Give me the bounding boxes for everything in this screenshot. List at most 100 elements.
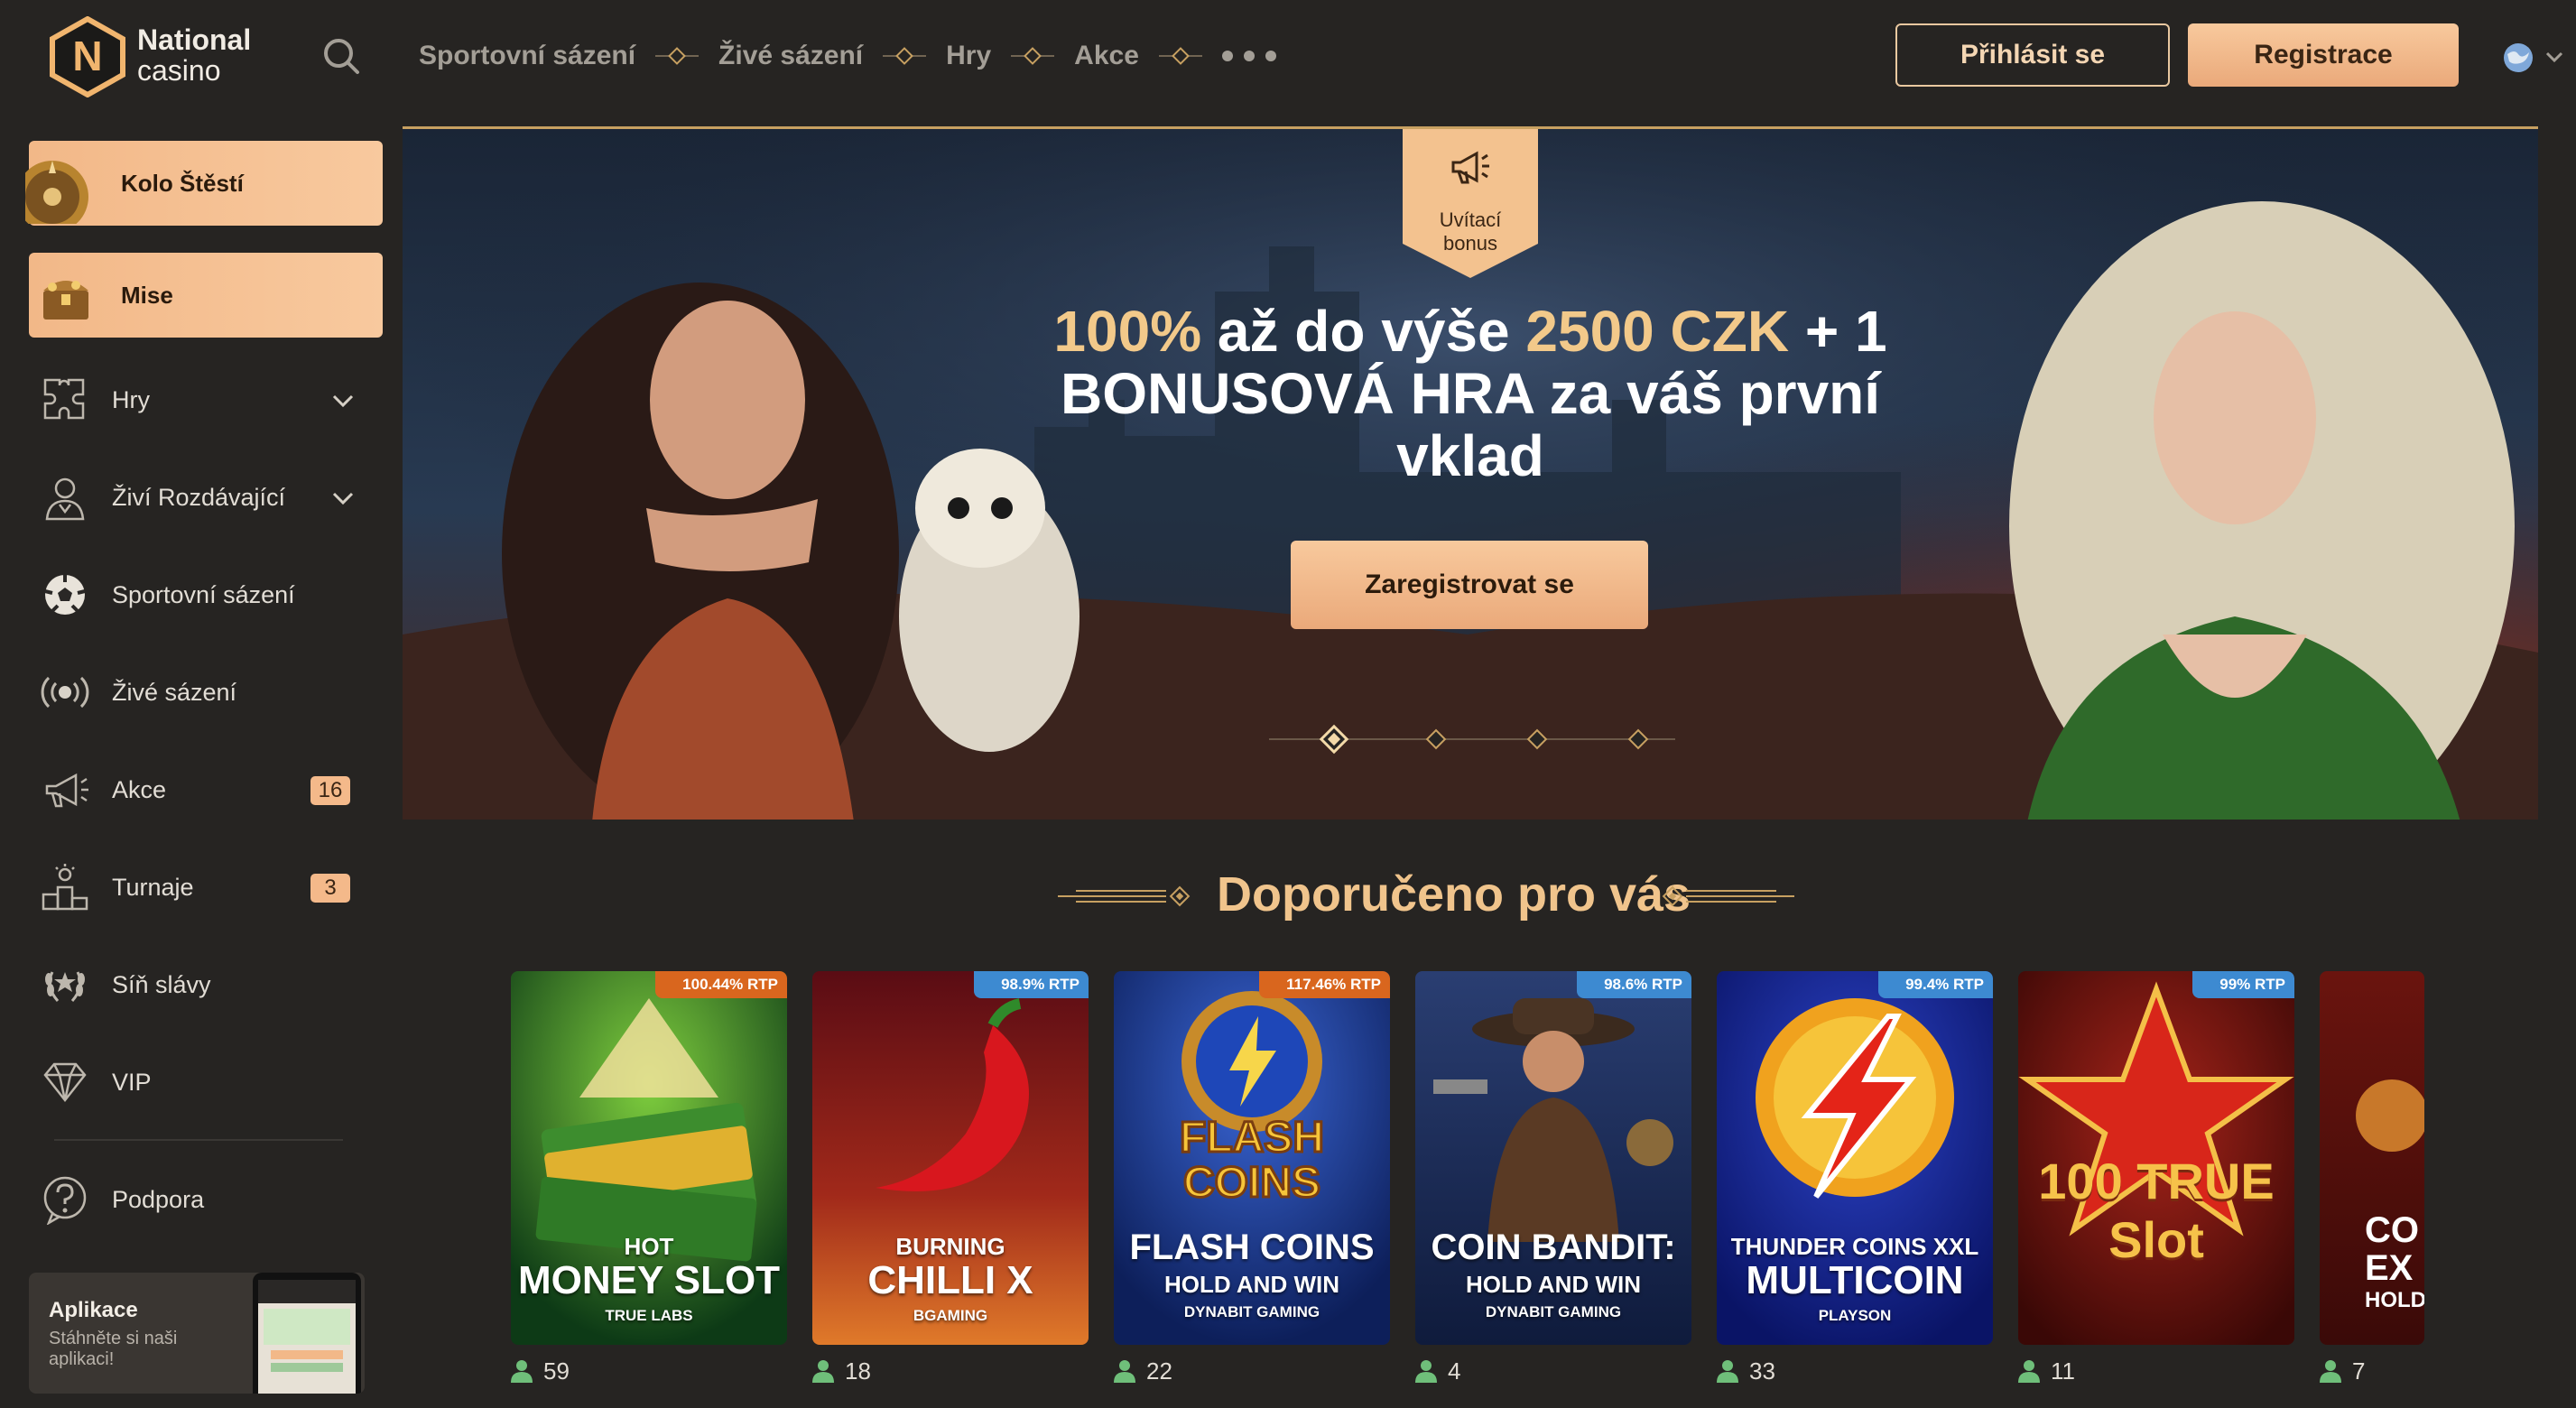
- game-card[interactable]: 98.9% RTP BURNING CHILLI X BGAMING 18: [812, 971, 1089, 1386]
- game-provider: DYNABIT GAMING: [1485, 1303, 1622, 1320]
- hero-banner[interactable]: Uvítací bonus 100% až do výše 2500 CZK +…: [403, 126, 2538, 820]
- logo-text: National casino: [137, 25, 251, 85]
- count-badge: 3: [310, 874, 350, 903]
- nav-separator-icon: [1158, 47, 1202, 65]
- game-card[interactable]: 100.44% RTP HOT MONEY SLOT TRUE LABS 59: [511, 971, 787, 1386]
- hero-register-button[interactable]: Zaregistrovat se: [1291, 541, 1648, 629]
- search-icon[interactable]: [321, 36, 361, 76]
- national-casino-logo[interactable]: N: [47, 16, 128, 97]
- nav-separator-icon: [655, 47, 700, 65]
- game-thumbnail[interactable]: 99.4% RTP THUNDER COINS XXL MULTICOIN PL…: [1717, 971, 1993, 1345]
- sidebar-item-akce[interactable]: Akce 16: [40, 758, 356, 821]
- rtp-badge: 98.9% RTP: [974, 971, 1089, 998]
- sidebar-item-vip[interactable]: VIP: [40, 1051, 356, 1114]
- svg-text:EX: EX: [2365, 1248, 2414, 1288]
- register-button[interactable]: Registrace: [2188, 23, 2459, 87]
- globe-icon[interactable]: [2502, 42, 2534, 74]
- nav-hry[interactable]: Hry: [946, 41, 991, 71]
- players-number: 11: [2051, 1357, 2075, 1385]
- nav-akce[interactable]: Akce: [1074, 41, 1139, 71]
- rtp-badge: 117.46% RTP: [1259, 971, 1390, 998]
- game-provider: TRUE LABS: [605, 1307, 693, 1324]
- svg-text:FLASH: FLASH: [1180, 1114, 1324, 1162]
- megaphone-icon: [45, 773, 88, 808]
- sidebar-item-label: Akce: [112, 775, 167, 803]
- game-title: COIN BANDIT:: [1431, 1227, 1676, 1267]
- count-badge: 16: [310, 776, 350, 805]
- rtp-badge: 100.44% RTP: [655, 971, 787, 998]
- section-recommended-header: Doporučeno pro vás: [1038, 863, 1794, 926]
- game-card[interactable]: FLASH COINS 117.46% RTP FLASH COINS HOLD…: [1114, 971, 1390, 1386]
- players-number: 18: [845, 1357, 871, 1385]
- game-title: MULTICOIN: [1746, 1258, 1964, 1302]
- sidebar-item-turnaje[interactable]: Turnaje 3: [40, 856, 356, 919]
- app-card-subtitle: Stáhněte si naši aplikaci!: [49, 1329, 178, 1369]
- sidebar-item-sin-slavy[interactable]: Síň slávy: [40, 953, 356, 1016]
- game-thumbnail[interactable]: 99% RTP 100 TRUE Slot: [2018, 971, 2294, 1345]
- user-icon: [1114, 1360, 1135, 1383]
- svg-text:HOLD: HOLD: [2365, 1288, 2424, 1312]
- logo-line1: National: [137, 23, 252, 56]
- sidebar-item-label: VIP: [112, 1068, 152, 1096]
- rtp-badge: 99% RTP: [2192, 971, 2294, 998]
- nav-zive-sazeni[interactable]: Živé sázení: [718, 41, 863, 71]
- wheel-icon: [25, 161, 88, 224]
- more-menu-icon[interactable]: [1221, 51, 1276, 61]
- sidebar-item-podpora[interactable]: Podpora: [40, 1168, 356, 1231]
- login-button[interactable]: Přihlásit se: [1895, 23, 2170, 87]
- promo-label: Kolo Štěstí: [121, 169, 244, 197]
- app-download-card[interactable]: Aplikace Stáhněte si naši aplikaci!: [29, 1273, 365, 1394]
- chevron-down-icon[interactable]: [2544, 49, 2565, 65]
- game-subtitle: HOLD AND WIN: [1163, 1271, 1339, 1298]
- sidebar-divider: [54, 1139, 343, 1141]
- sidebar-promo-mise[interactable]: Mise: [29, 253, 383, 338]
- sidebar-item-zivi-rozdavajici[interactable]: Živí Rozdávající: [40, 466, 356, 529]
- rtp-badge: 98.6% RTP: [1577, 971, 1691, 998]
- game-thumbnail[interactable]: 98.9% RTP BURNING CHILLI X BGAMING: [812, 971, 1089, 1345]
- sidebar-item-zive-sazeni[interactable]: Živé sázení: [40, 661, 356, 724]
- players-number: 59: [543, 1357, 570, 1385]
- game-thumbnail[interactable]: 100.44% RTP HOT MONEY SLOT TRUE LABS: [511, 971, 787, 1345]
- podium-icon: [42, 864, 88, 911]
- sidebar-item-hry[interactable]: Hry: [40, 368, 356, 431]
- sidebar-item-label: Sportovní sázení: [112, 580, 295, 608]
- players-count: 11: [2018, 1356, 2075, 1386]
- puzzle-icon: [43, 378, 85, 420]
- svg-text:COINS: COINS: [1183, 1159, 1320, 1207]
- game-card[interactable]: 98.6% RTP COIN BANDIT: HOLD AND WIN DYNA…: [1415, 971, 1691, 1386]
- game-provider: BGAMING: [913, 1307, 988, 1324]
- nav-separator-icon: [1011, 47, 1055, 65]
- players-count: 4: [1415, 1356, 1460, 1386]
- svg-text:CO: CO: [2365, 1210, 2419, 1250]
- top-header: N National casino Sportovní sázení Živé …: [0, 0, 2576, 112]
- game-thumbnail[interactable]: 98.6% RTP COIN BANDIT: HOLD AND WIN DYNA…: [1415, 971, 1691, 1345]
- nav-sportovni-sazeni[interactable]: Sportovní sázení: [419, 41, 635, 71]
- sidebar-item-label: Turnaje: [112, 873, 194, 901]
- soccer-ball-icon: [44, 575, 86, 615]
- games-carousel: 100.44% RTP HOT MONEY SLOT TRUE LABS 59 …: [511, 971, 2424, 1395]
- game-thumbnail[interactable]: CO EX HOLD: [2320, 971, 2424, 1345]
- ribbon-line1: Uvítací: [1439, 208, 1502, 231]
- user-icon: [2018, 1360, 2040, 1383]
- pager-dot-active: [1319, 724, 1349, 755]
- players-count: 33: [1717, 1356, 1775, 1386]
- game-title-top: THUNDER COINS XXL: [1730, 1233, 1979, 1260]
- hero-title-mid: až do výše: [1201, 299, 1526, 364]
- game-title: CHILLI X: [867, 1258, 1033, 1302]
- game-card[interactable]: 99% RTP 100 TRUE Slot 11: [2018, 971, 2294, 1386]
- sidebar-item-label: Živé sázení: [112, 678, 237, 706]
- promo-label: Mise: [121, 281, 173, 309]
- rtp-badge: 99.4% RTP: [1878, 971, 1993, 998]
- game-title: 100 TRUE Slot: [2038, 1153, 2275, 1268]
- game-card[interactable]: 99.4% RTP THUNDER COINS XXL MULTICOIN PL…: [1717, 971, 1993, 1386]
- sidebar-item-sportovni-sazeni[interactable]: Sportovní sázení: [40, 563, 356, 626]
- game-thumbnail[interactable]: FLASH COINS 117.46% RTP FLASH COINS HOLD…: [1114, 971, 1390, 1345]
- game-card[interactable]: CO EX HOLD 7: [2320, 971, 2424, 1386]
- sidebar-promo-kolo-stesti[interactable]: Kolo Štěstí: [25, 141, 383, 226]
- chevron-down-icon[interactable]: [330, 388, 356, 413]
- dealer-icon: [45, 477, 85, 521]
- players-count: 7: [2320, 1356, 2365, 1386]
- chevron-down-icon[interactable]: [330, 486, 356, 511]
- players-count: 18: [812, 1356, 871, 1386]
- carousel-pager[interactable]: [1269, 721, 1675, 757]
